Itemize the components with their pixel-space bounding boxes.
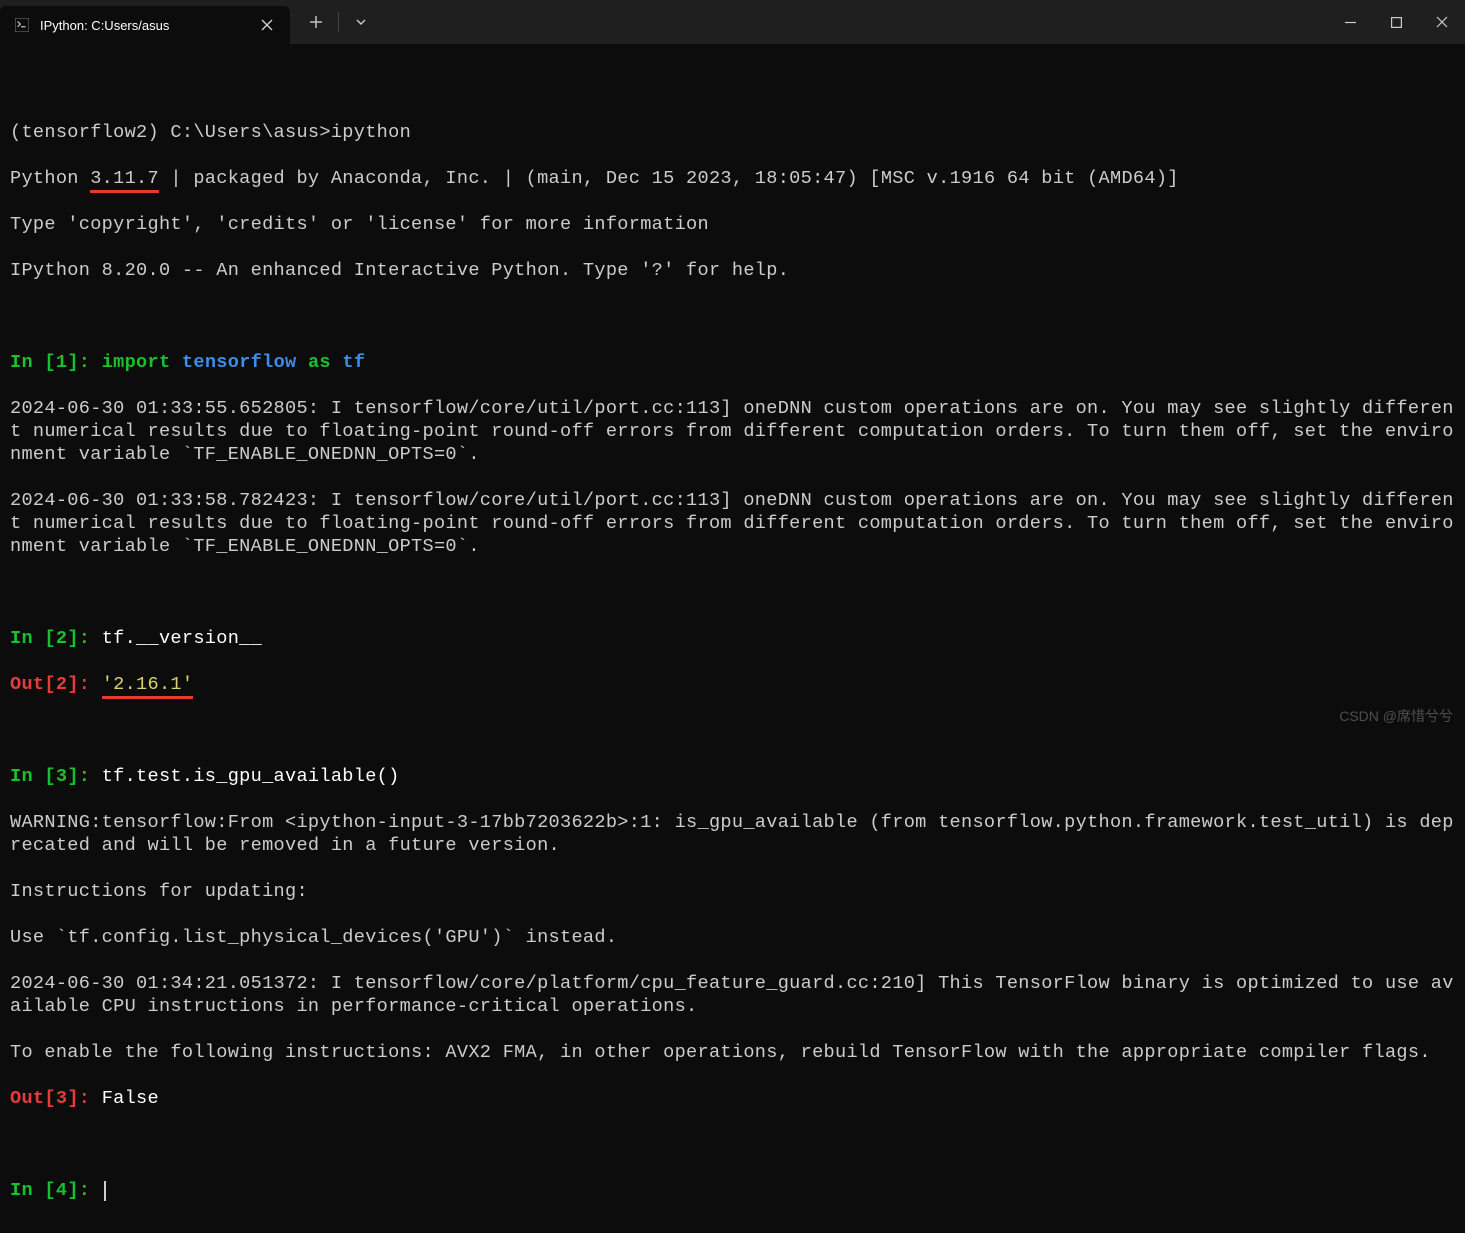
terminal-icon — [14, 17, 30, 33]
tab-title: IPython: C:Users/asus — [40, 18, 248, 33]
minimize-button[interactable] — [1327, 0, 1373, 44]
active-tab[interactable]: IPython: C:Users/asus — [0, 6, 290, 44]
log-onednn-1: 2024-06-30 01:33:55.652805: I tensorflow… — [10, 397, 1455, 466]
warning-instructions: Instructions for updating: — [10, 880, 1455, 903]
tab-actions — [290, 0, 379, 44]
titlebar: IPython: C:Users/asus — [0, 0, 1465, 44]
warning-use-instead: Use `tf.config.list_physical_devices('GP… — [10, 926, 1455, 949]
new-tab-button[interactable] — [298, 3, 334, 41]
ipython-version-line: IPython 8.20.0 -- An enhanced Interactiv… — [10, 259, 1455, 282]
shell-prompt-line: (tensorflow2) C:\Users\asus>ipython — [10, 121, 1455, 144]
log-avx: To enable the following instructions: AV… — [10, 1041, 1455, 1064]
log-cpu-guard: 2024-06-30 01:34:21.051372: I tensorflow… — [10, 972, 1455, 1018]
in-1: In [1]: import tensorflow as tf — [10, 351, 1455, 374]
titlebar-drag-area[interactable] — [379, 0, 1327, 44]
in-3: In [3]: tf.test.is_gpu_available() — [10, 765, 1455, 788]
warning-deprecated: WARNING:tensorflow:From <ipython-input-3… — [10, 811, 1455, 857]
out-2: Out[2]: '2.16.1' — [10, 673, 1455, 696]
log-onednn-2: 2024-06-30 01:33:58.782423: I tensorflow… — [10, 489, 1455, 558]
python-version-line: Python 3.11.7 | packaged by Anaconda, In… — [10, 167, 1455, 190]
window-controls — [1327, 0, 1465, 44]
out-3: Out[3]: False — [10, 1087, 1455, 1110]
maximize-button[interactable] — [1373, 0, 1419, 44]
in-2: In [2]: tf.__version__ — [10, 627, 1455, 650]
cursor — [104, 1181, 106, 1201]
in-4-prompt[interactable]: In [4]: — [10, 1179, 1455, 1202]
close-window-button[interactable] — [1419, 0, 1465, 44]
tf-version-highlight: '2.16.1' — [102, 674, 194, 699]
close-tab-button[interactable] — [258, 16, 276, 34]
help-line-1: Type 'copyright', 'credits' or 'license'… — [10, 213, 1455, 236]
terminal-output[interactable]: (tensorflow2) C:\Users\asus>ipython Pyth… — [0, 44, 1465, 1233]
divider — [338, 12, 339, 32]
tab-dropdown-button[interactable] — [343, 3, 379, 41]
python-version-highlight: 3.11.7 — [90, 168, 159, 193]
